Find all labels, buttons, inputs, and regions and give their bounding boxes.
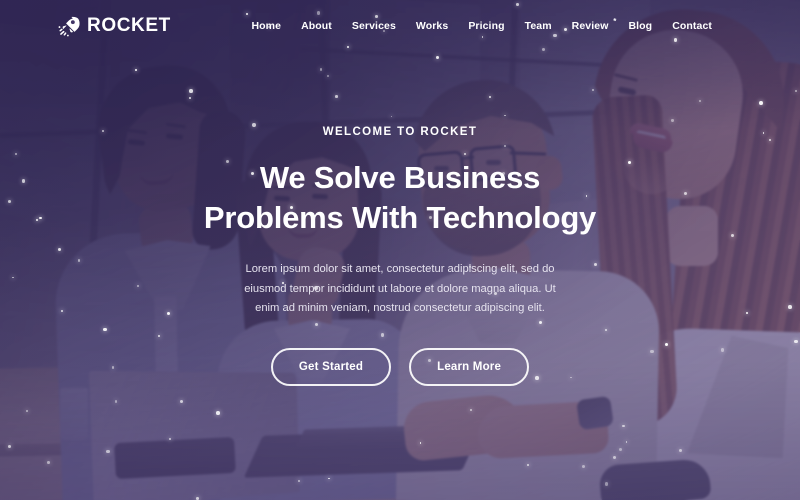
hero-eyebrow: WELCOME TO ROCKET bbox=[322, 125, 478, 138]
nav-item-pricing[interactable]: Pricing bbox=[458, 16, 514, 36]
nav-item-about[interactable]: About bbox=[291, 16, 342, 36]
hero-content: WELCOME TO ROCKET We Solve Business Prob… bbox=[0, 0, 800, 500]
hero-section: ROCKET Home About Services Works Pricing Team… bbox=[0, 0, 800, 500]
nav-item-works[interactable]: Works bbox=[406, 16, 458, 36]
hero-headline-line-1: We Solve Business bbox=[259, 159, 541, 195]
learn-more-button[interactable]: Learn More bbox=[409, 348, 530, 387]
nav-item-blog[interactable]: Blog bbox=[618, 16, 662, 36]
hero-headline-line-2: Problems With Technology bbox=[203, 200, 597, 236]
nav-dropdown-marker-icon: * bbox=[613, 17, 617, 26]
nav-item-team[interactable]: Team bbox=[515, 16, 562, 36]
hero-paragraph: Lorem ipsum dolor sit amet, consectetur … bbox=[244, 263, 556, 314]
nav-item-services[interactable]: Services bbox=[342, 16, 406, 36]
logo-text: ROCKET bbox=[87, 15, 171, 36]
logo[interactable]: ROCKET bbox=[58, 15, 171, 37]
get-started-button[interactable]: Get Started bbox=[270, 348, 392, 387]
rocket-icon bbox=[58, 16, 80, 37]
nav-item-review[interactable]: Review * bbox=[562, 16, 619, 36]
nav-item-home[interactable]: Home bbox=[241, 16, 291, 36]
nav-item-contact[interactable]: Contact bbox=[662, 16, 722, 36]
site-header: ROCKET Home About Services Works Pricing Team… bbox=[0, 0, 800, 52]
hero-headline: We Solve Business Problems With Technolo… bbox=[204, 158, 596, 239]
main-navigation: Home About Services Works Pricing Team Review *… bbox=[241, 16, 722, 36]
hero-button-row: Get Started Learn More bbox=[270, 348, 530, 387]
